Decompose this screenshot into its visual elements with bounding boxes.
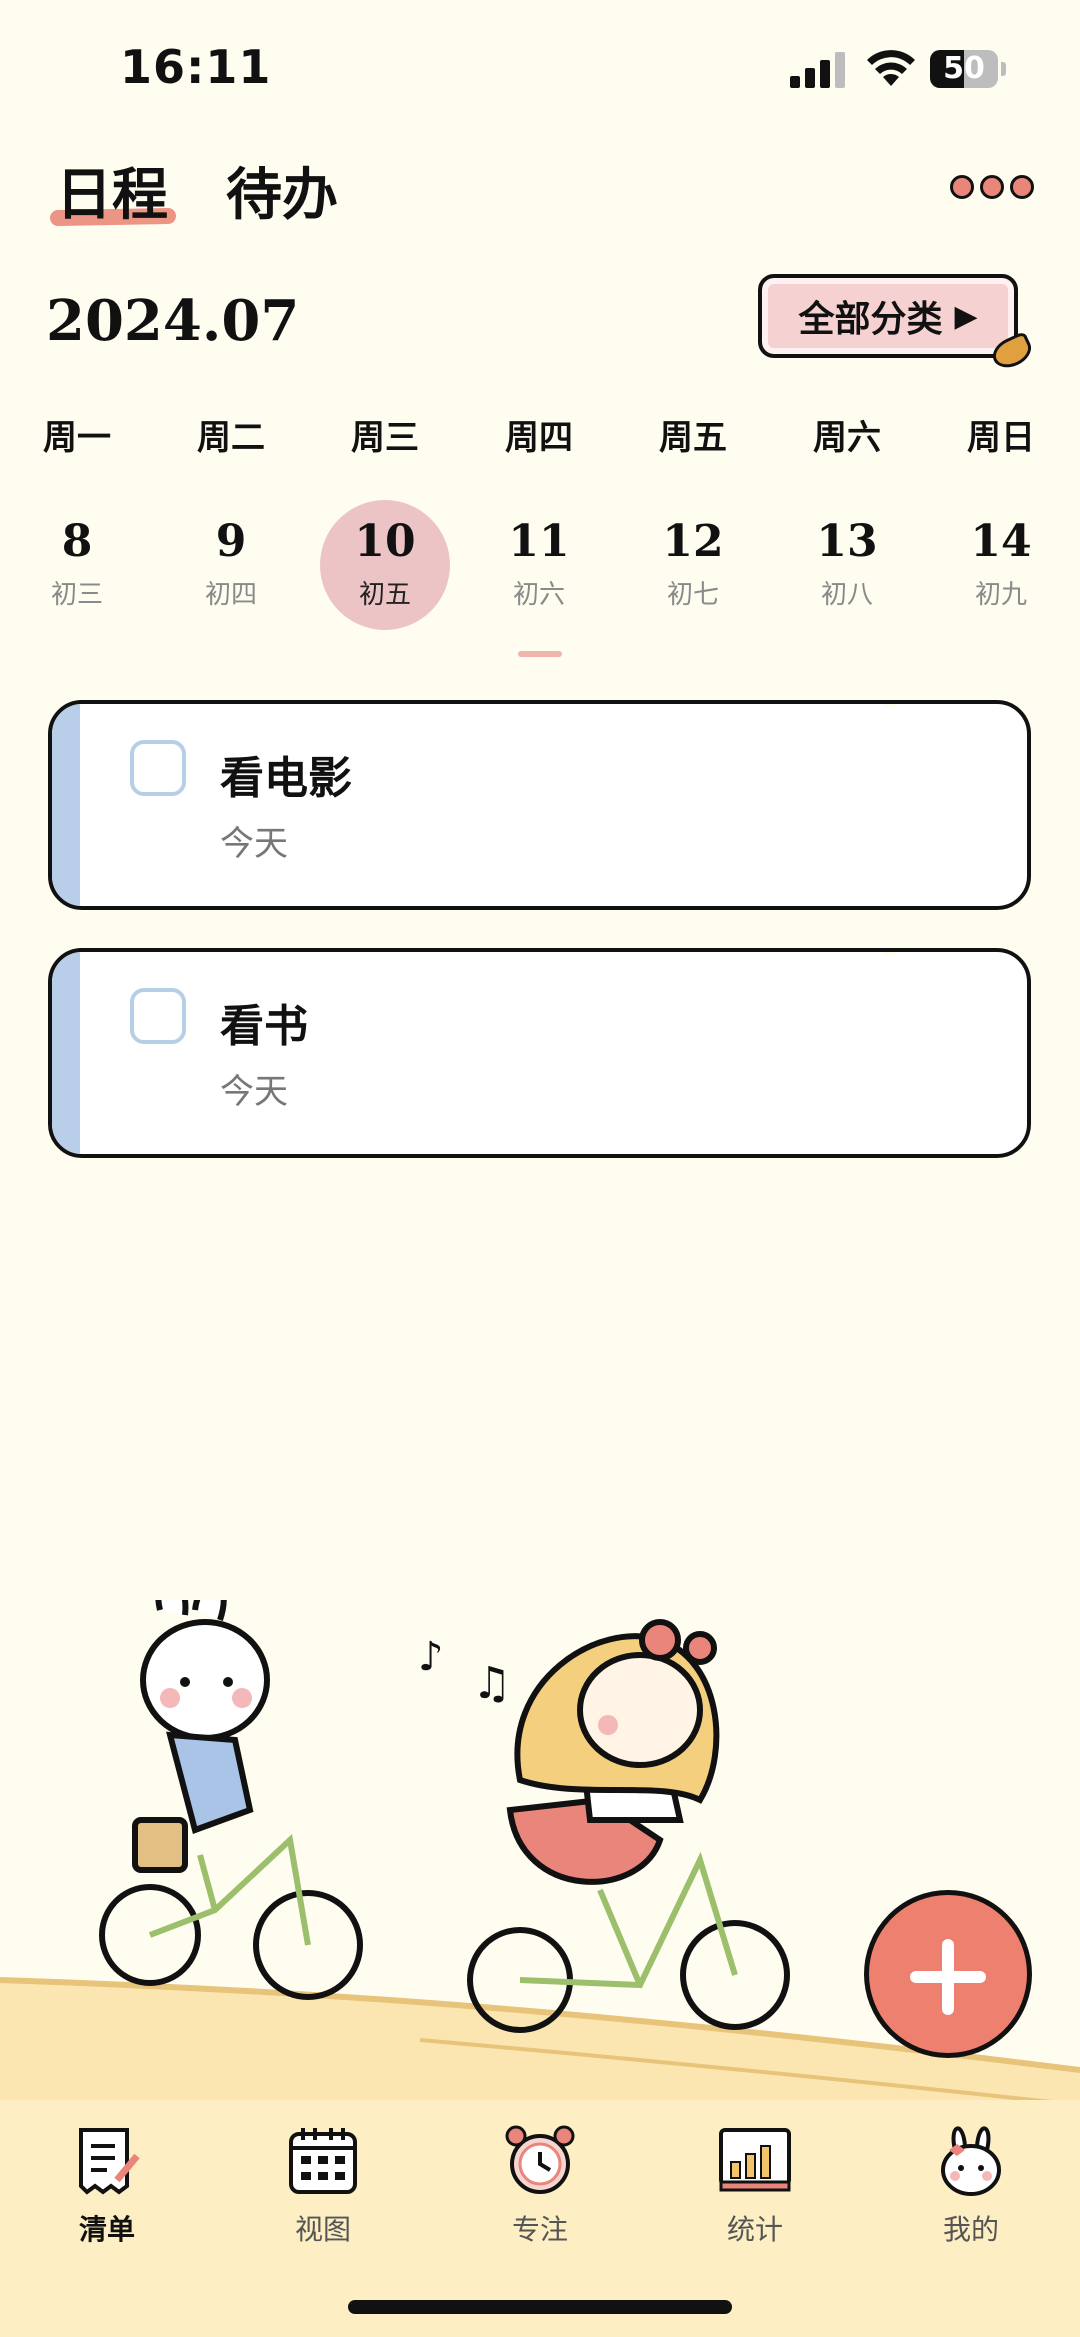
weekday-label: 周日 xyxy=(967,418,1035,458)
today-indicator xyxy=(518,651,562,657)
task-card[interactable]: 看电影 今天 xyxy=(48,700,1031,910)
weekday-label: 周一 xyxy=(43,418,111,458)
day-cell[interactable]: 14 初九 xyxy=(936,500,1066,630)
nav-label: 我的 xyxy=(942,2213,999,2246)
task-color-bar xyxy=(52,952,80,1154)
svg-text:♪: ♪ xyxy=(418,1634,444,1680)
card-notch xyxy=(885,704,897,708)
nav-item-focus[interactable]: 专注 xyxy=(465,2120,615,2248)
day-cell[interactable]: 12 初七 xyxy=(628,500,758,630)
girl-on-bike xyxy=(467,1619,790,2033)
list-icon xyxy=(79,2128,140,2195)
signal-icon xyxy=(790,52,845,88)
lunar-date: 初四 xyxy=(204,580,257,610)
weekday-label: 周四 xyxy=(505,418,573,458)
task-date: 今天 xyxy=(220,1072,288,1112)
day-number: 11 xyxy=(508,516,570,567)
task-title: 看书 xyxy=(220,1001,308,1052)
lunar-date: 初三 xyxy=(50,580,103,610)
lunar-date: 初八 xyxy=(820,580,873,610)
weekday-label: 周五 xyxy=(659,418,727,458)
lunar-date: 初九 xyxy=(974,580,1027,610)
nav-item-view[interactable]: 视图 xyxy=(248,2120,398,2248)
month-title: 2024.07 xyxy=(46,288,300,354)
nav-item-stats[interactable]: 统计 xyxy=(680,2120,830,2248)
day-number: 9 xyxy=(215,516,247,567)
day-cell[interactable]: 9 初四 xyxy=(166,500,296,630)
weekday-label: 周二 xyxy=(197,418,265,458)
nav-label: 视图 xyxy=(294,2213,351,2246)
nav-label: 专注 xyxy=(511,2213,568,2246)
day-number: 13 xyxy=(816,516,878,567)
tab-todo[interactable]: 待办 xyxy=(226,150,338,231)
nav-item-list[interactable]: 清单 xyxy=(32,2120,182,2248)
home-indicator xyxy=(348,2300,732,2314)
tab-schedule-label: 日程 xyxy=(56,162,168,228)
day-cell[interactable]: 13 初八 xyxy=(782,500,912,630)
category-filter-button[interactable]: 全部分类 ▶ xyxy=(758,274,1037,374)
status-bar: 16:11 50 xyxy=(0,0,1080,140)
play-arrow-icon: ▶ xyxy=(954,298,978,334)
weekday-label: 周三 xyxy=(351,418,419,458)
task-card[interactable]: 看书 今天 xyxy=(48,948,1031,1158)
more-dots-icon[interactable] xyxy=(950,175,1042,211)
weekday-label: 周六 xyxy=(813,418,881,458)
wifi-icon xyxy=(867,50,915,86)
lunar-date: 初五 xyxy=(358,580,411,610)
nav-item-profile[interactable]: 我的 xyxy=(896,2120,1046,2248)
bunny-on-bike xyxy=(99,1600,363,2000)
add-task-button[interactable] xyxy=(864,1890,1032,2058)
category-label: 全部分类 xyxy=(798,298,943,340)
day-cell[interactable]: 11 初六 xyxy=(474,500,604,630)
nav-label: 统计 xyxy=(726,2213,783,2246)
carrot-icon xyxy=(987,330,1037,374)
task-title: 看电影 xyxy=(220,753,352,804)
tab-todo-label: 待办 xyxy=(226,162,338,228)
task-color-bar xyxy=(52,704,80,906)
bar-chart-icon xyxy=(719,2128,791,2192)
battery-tip xyxy=(1001,62,1006,76)
tab-schedule[interactable]: 日程 xyxy=(49,150,177,231)
task-checkbox[interactable] xyxy=(130,988,186,1044)
battery-indicator: 50 xyxy=(930,50,998,88)
nav-label: 清单 xyxy=(78,2213,135,2246)
day-number: 8 xyxy=(61,516,93,567)
card-notch xyxy=(885,952,897,956)
day-cell-selected[interactable]: 10 初五 xyxy=(320,500,450,630)
task-checkbox[interactable] xyxy=(130,740,186,796)
battery-percent: 50 xyxy=(943,51,985,86)
status-time: 16:11 xyxy=(120,40,272,94)
task-date: 今天 xyxy=(220,824,288,864)
bunny-profile-icon xyxy=(941,2126,1001,2196)
alarm-clock-icon xyxy=(505,2125,575,2194)
day-number: 14 xyxy=(970,516,1032,567)
calendar-icon xyxy=(289,2128,357,2194)
svg-text:♫: ♫ xyxy=(472,1658,511,1709)
day-number: 10 xyxy=(354,516,416,567)
lunar-date: 初七 xyxy=(666,580,719,610)
day-cell[interactable]: 8 初三 xyxy=(12,500,142,630)
day-number: 12 xyxy=(662,516,724,567)
lunar-date: 初六 xyxy=(512,580,565,610)
